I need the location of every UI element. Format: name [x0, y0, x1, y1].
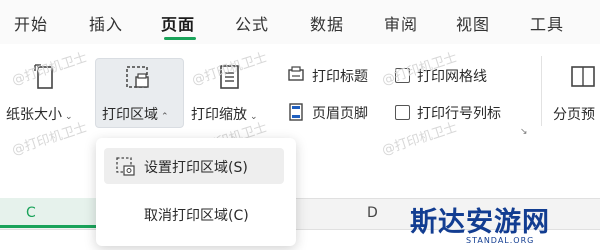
chevron-up-icon: ⌃	[161, 112, 169, 122]
page-break-preview-icon	[571, 66, 595, 87]
header-footer-icon	[289, 103, 303, 121]
print-titles-label: 打印标题	[312, 69, 368, 85]
header-footer-label: 页眉页脚	[312, 106, 368, 122]
print-area-label: 打印区域	[102, 107, 158, 123]
column-header-c[interactable]	[0, 198, 96, 228]
menu-item-cancel-print-area[interactable]: 取消打印区域(C)	[104, 196, 284, 232]
print-row-col-labels-label: 打印行号列标	[417, 106, 501, 122]
tab-start[interactable]: 开始	[14, 11, 48, 35]
column-letter-d: D	[367, 205, 378, 221]
print-titles-icon	[288, 66, 304, 81]
page-break-preview-label: 分页预	[553, 107, 595, 123]
tab-tools[interactable]: 工具	[530, 11, 564, 35]
dialog-launcher-icon[interactable]: ↘	[520, 127, 528, 137]
set-print-area-icon	[116, 157, 135, 176]
cancel-print-area-label: 取消打印区域(C)	[144, 208, 249, 224]
menu-item-set-print-area[interactable]: 设置打印区域(S)	[104, 148, 284, 184]
group-divider	[541, 56, 542, 126]
tab-formula[interactable]: 公式	[235, 11, 269, 35]
active-tab-indicator	[164, 37, 196, 40]
ribbon-tab-bar: 开始 插入 页面 公式 数据 审阅 视图 工具	[0, 0, 600, 44]
tab-review[interactable]: 审阅	[384, 11, 418, 35]
brand-logo: 斯达安游网 STANDAL.ORG	[400, 198, 600, 250]
print-area-dropdown-menu: 设置打印区域(S) 取消打印区域(C)	[96, 138, 296, 246]
checkbox-icon[interactable]	[395, 105, 410, 120]
print-area-button[interactable]: 打印区域 ⌃	[95, 58, 184, 128]
tab-insert[interactable]: 插入	[89, 11, 123, 35]
ribbon-page-panel	[0, 44, 600, 144]
paper-size-label: 纸张大小	[6, 107, 62, 123]
tab-view[interactable]: 视图	[456, 11, 490, 35]
selected-column-indicator	[0, 225, 96, 228]
print-area-icon	[126, 66, 149, 88]
print-scale-label: 打印缩放	[191, 107, 247, 123]
set-print-area-label: 设置打印区域(S)	[144, 160, 248, 176]
tab-data[interactable]: 数据	[310, 11, 344, 35]
column-letter-c: C	[26, 205, 36, 221]
tab-page[interactable]: 页面	[161, 11, 195, 35]
brand-url: STANDAL.ORG	[466, 236, 535, 245]
brand-name: 斯达安游网	[410, 207, 550, 238]
